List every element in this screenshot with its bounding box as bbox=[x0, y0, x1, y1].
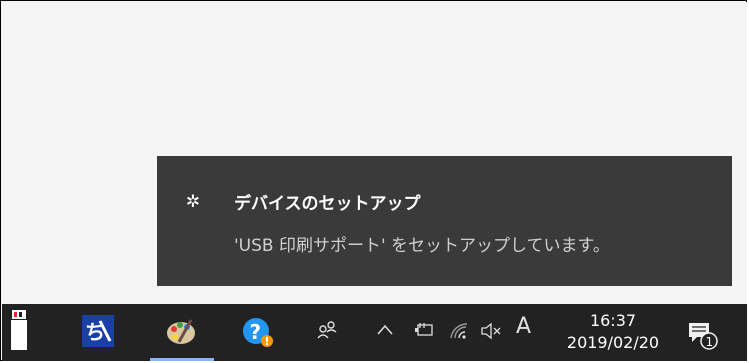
wifi-icon[interactable] bbox=[448, 321, 470, 346]
screenshot-frame: ✲ デバイスのセットアップ 'USB 印刷サポート' をセットアップしています。… bbox=[0, 0, 747, 361]
chevron-up-icon[interactable] bbox=[376, 321, 394, 344]
battery-icon[interactable] bbox=[414, 321, 434, 344]
people-icon[interactable] bbox=[316, 319, 338, 346]
palette-icon[interactable] bbox=[165, 316, 197, 348]
toast-message: 'USB 印刷サポート' をセットアップしています。 bbox=[234, 236, 610, 256]
paint-app-icon[interactable] bbox=[8, 308, 30, 352]
device-setup-toast[interactable]: ✲ デバイスのセットアップ 'USB 印刷サポート' をセットアップしています。 bbox=[157, 156, 732, 286]
clock[interactable]: 16:37 2019/02/20 bbox=[558, 310, 668, 354]
volume-muted-icon[interactable] bbox=[480, 321, 504, 346]
gear-icon: ✲ bbox=[185, 192, 201, 212]
clock-date: 2019/02/20 bbox=[566, 333, 660, 352]
notification-count: 1 bbox=[706, 335, 714, 349]
active-app-indicator bbox=[150, 358, 214, 361]
toast-title: デバイスのセットアップ bbox=[234, 194, 421, 214]
taskbar: ち ? A 16:37 2019/02/20 1 bbox=[2, 304, 747, 361]
svg-text:?: ? bbox=[250, 320, 262, 344]
desktop-area: ✲ デバイスのセットアップ 'USB 印刷サポート' をセットアップしています。 bbox=[2, 2, 747, 304]
help-icon[interactable]: ? bbox=[242, 316, 274, 348]
clock-time: 16:37 bbox=[589, 311, 637, 330]
notification-icon: 1 bbox=[689, 323, 718, 350]
ime-mode-indicator[interactable]: A bbox=[516, 316, 531, 338]
ime-pad-icon[interactable]: ち bbox=[82, 315, 114, 347]
action-center-button[interactable]: 1 bbox=[684, 317, 718, 351]
